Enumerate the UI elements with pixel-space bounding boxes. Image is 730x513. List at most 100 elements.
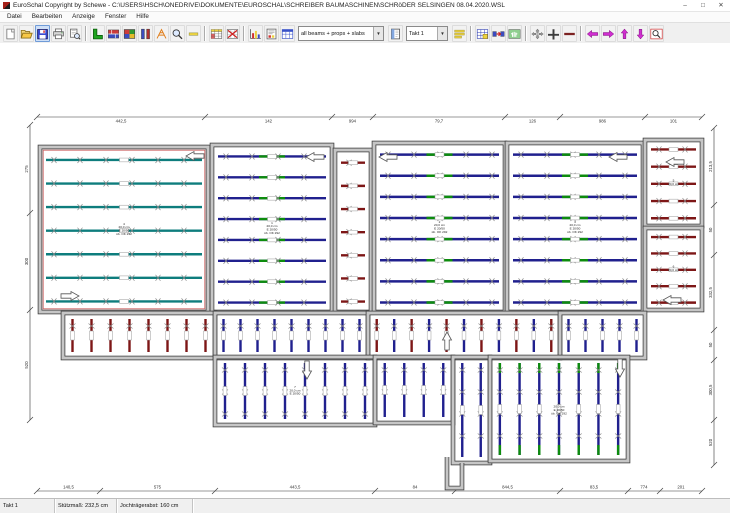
minus-dark-icon xyxy=(563,28,576,40)
direction-arrow xyxy=(61,292,79,301)
room-label: üb. OK 292 xyxy=(116,232,132,236)
chevron-down-icon[interactable]: ▼ xyxy=(373,27,383,40)
floppy-disk-icon xyxy=(36,28,49,40)
pan-button[interactable] xyxy=(530,25,545,42)
chevron-down-icon[interactable]: ▼ xyxy=(437,27,447,40)
strip-4[interactable] xyxy=(560,313,645,358)
floor-plan[interactable]: 442,514299479,7126986101140,5575443,5848… xyxy=(0,43,730,499)
print-preview-button[interactable] xyxy=(67,25,82,42)
strip-2[interactable] xyxy=(215,313,368,358)
app-icon xyxy=(3,2,10,9)
svg-text:140,5: 140,5 xyxy=(63,485,74,490)
zoom-window-button[interactable] xyxy=(649,25,664,42)
open-file-button[interactable] xyxy=(19,25,34,42)
ruler-right: 213,550332,550300,5520 xyxy=(708,125,717,468)
zoom-button[interactable] xyxy=(170,25,185,42)
wall-formwork-button[interactable] xyxy=(106,25,121,42)
strip-3[interactable] xyxy=(368,313,560,358)
save-file-button[interactable] xyxy=(35,25,50,42)
arrow-left-icon xyxy=(586,28,599,40)
room-label: üb. OK 292 xyxy=(551,411,567,415)
svg-text:126: 126 xyxy=(529,119,537,124)
new-document-button[interactable] xyxy=(3,25,18,42)
takt-select-value: Takt 1 xyxy=(407,31,437,37)
parts-list-button[interactable] xyxy=(209,25,224,42)
svg-text:300,5: 300,5 xyxy=(708,384,713,395)
status-field-2: Stützmaß: 232,5 cm xyxy=(55,499,117,513)
hand-icon xyxy=(508,28,521,40)
lower-room-3[interactable]: 820,0 cmE 20/50üb. OK 292 xyxy=(490,357,628,461)
transfer-button[interactable] xyxy=(491,25,506,42)
columns-icon xyxy=(139,28,152,40)
color-slab-icon xyxy=(123,28,136,40)
ruler-bottom: 140,5575443,584844,583,5774201 xyxy=(34,485,705,495)
zoom-in-button[interactable] xyxy=(546,25,561,42)
scroll-up-button[interactable] xyxy=(617,25,632,42)
room-4[interactable]: 320,0 cmE 20/50üb. OK 292 xyxy=(507,143,643,312)
arrow-up-icon xyxy=(618,28,631,40)
statistics-button[interactable] xyxy=(248,25,263,42)
table-view-button[interactable] xyxy=(280,25,295,42)
lower-corridor[interactable] xyxy=(453,357,490,463)
svg-text:994: 994 xyxy=(349,119,357,124)
lower-room-2[interactable] xyxy=(375,357,453,423)
toolbar-separator xyxy=(580,26,581,41)
grid-settings-button[interactable] xyxy=(475,25,490,42)
svg-text:79,7: 79,7 xyxy=(435,119,444,124)
menu-bar: DateiBearbeitenAnzeigeFensterHilfe xyxy=(0,12,730,23)
slab-formwork-button[interactable] xyxy=(122,25,137,42)
strip-1[interactable] xyxy=(63,313,215,358)
svg-text:275: 275 xyxy=(24,165,29,173)
display-filter-combobox[interactable]: all beams + props + slabs▼ xyxy=(298,26,384,41)
room-label: 20,0 cm xyxy=(668,182,679,186)
toolbar-separator xyxy=(470,26,471,41)
yellow-lines-icon xyxy=(453,28,466,40)
direction-arrow xyxy=(616,359,625,377)
wing-room-1[interactable]: 520,0 cm xyxy=(645,140,702,226)
svg-text:986: 986 xyxy=(599,119,607,124)
takt-select-combobox[interactable]: Takt 1▼ xyxy=(406,26,448,41)
minimize-button[interactable]: – xyxy=(676,0,694,11)
room-3[interactable]: 220,0 cmE 20/50üb. OK 292 xyxy=(374,143,505,312)
scroll-down-button[interactable] xyxy=(633,25,648,42)
room-2[interactable]: 120,0 cmE 20/50üb. OK 292 xyxy=(212,145,332,312)
pan-arrows-icon xyxy=(531,28,544,40)
wall-profile-button[interactable] xyxy=(90,25,105,42)
printer-icon xyxy=(52,28,65,40)
zoom-out-button[interactable] xyxy=(562,25,577,42)
magnifier-red-icon xyxy=(650,28,663,40)
lower-room-1[interactable]: 720,0 cmE 20/50 xyxy=(215,357,375,425)
report-button[interactable] xyxy=(264,25,279,42)
menu-datei[interactable]: Datei xyxy=(2,12,27,22)
menu-fenster[interactable]: Fenster xyxy=(100,12,131,22)
scroll-left-button[interactable] xyxy=(585,25,600,42)
close-button[interactable]: ✕ xyxy=(712,0,730,11)
corridor-1[interactable] xyxy=(335,150,371,312)
scaffold-button[interactable] xyxy=(154,25,169,42)
scroll-right-button[interactable] xyxy=(601,25,616,42)
columns-button[interactable] xyxy=(138,25,153,42)
menu-hilfe[interactable]: Hilfe xyxy=(131,12,154,22)
clear-list-button[interactable] xyxy=(225,25,240,42)
measure-button[interactable] xyxy=(186,25,201,42)
svg-text:84: 84 xyxy=(413,485,418,490)
page-setup-button[interactable] xyxy=(388,25,403,42)
ruler-top: 442,514299479,7126986101 xyxy=(34,114,705,124)
menu-bearbeiten[interactable]: Bearbeiten xyxy=(27,12,67,22)
layers-button[interactable] xyxy=(452,25,467,42)
drawing-canvas[interactable]: 442,514299479,7126986101140,5575443,5848… xyxy=(0,43,730,499)
maximize-button[interactable]: □ xyxy=(694,0,712,11)
status-field-1: Takt 1 xyxy=(0,499,55,513)
svg-text:101: 101 xyxy=(670,119,678,124)
svg-text:332,5: 332,5 xyxy=(708,287,713,298)
select-mode-button[interactable] xyxy=(507,25,522,42)
room-label: E 20/50 xyxy=(290,392,301,396)
status-field-3: Jochträgerabst: 160 cm xyxy=(117,499,193,513)
printer-preview-icon xyxy=(68,28,81,40)
menu-anzeige[interactable]: Anzeige xyxy=(67,12,100,22)
svg-text:442,5: 442,5 xyxy=(116,119,127,124)
print-button[interactable] xyxy=(51,25,66,42)
bar-chart-icon xyxy=(249,28,262,40)
svg-text:575: 575 xyxy=(154,485,162,490)
room-1[interactable]: 420,0 cmE 20/50üb. OK 292 xyxy=(40,147,208,312)
